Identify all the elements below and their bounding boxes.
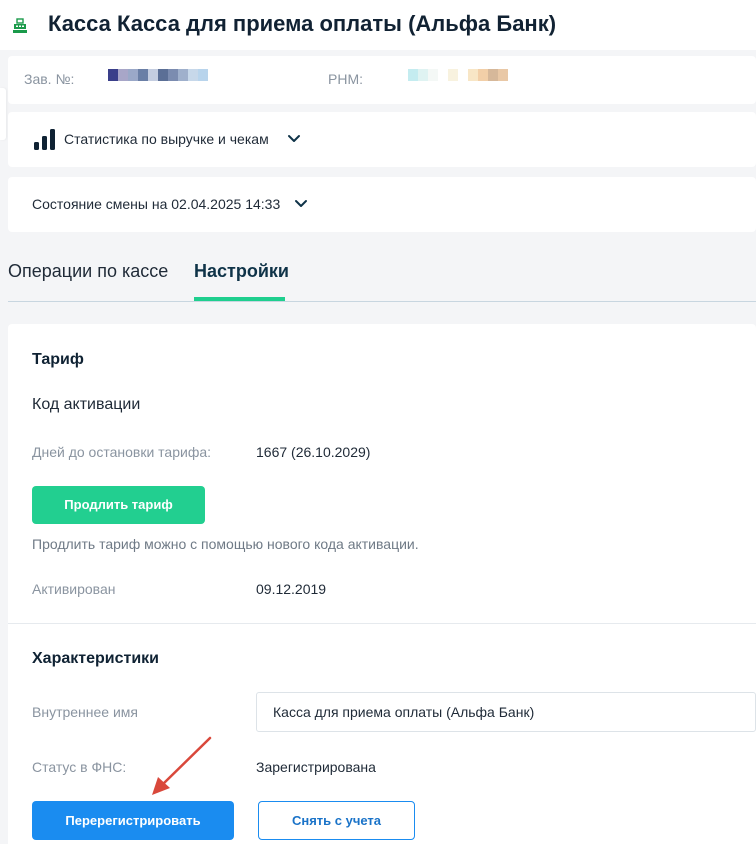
redacted-pixel xyxy=(458,69,468,81)
redacted-pixel xyxy=(178,69,188,81)
section-divider xyxy=(8,623,756,624)
tab-bar: Операции по кассе Настройки xyxy=(8,240,756,302)
chevron-down-icon[interactable] xyxy=(294,199,308,209)
page-header: Касса Касса для приема оплаты (Альфа Бан… xyxy=(0,0,756,50)
internal-name-input[interactable] xyxy=(256,692,756,732)
redacted-pixel xyxy=(108,69,118,81)
fns-status-label: Статус в ФНС: xyxy=(32,759,127,775)
redacted-pixel xyxy=(448,69,458,81)
redacted-pixel xyxy=(128,69,138,81)
activated-label: Активирован xyxy=(32,581,116,597)
redacted-pixel xyxy=(168,69,178,81)
shift-state-label: Состояние смены на 02.04.2025 14:33 xyxy=(32,196,281,212)
days-until-stop-label: Дней до остановки тарифа: xyxy=(32,444,212,460)
deregister-button[interactable]: Снять с учета xyxy=(258,801,415,840)
active-tab-indicator xyxy=(194,297,285,301)
rnm-label: РНМ: xyxy=(328,71,363,87)
redacted-pixel xyxy=(488,69,498,81)
redacted-pixel xyxy=(428,69,438,81)
stats-expander[interactable]: Статистика по выручке и чекам xyxy=(8,112,756,167)
redacted-pixel xyxy=(408,69,418,81)
characteristics-section-title: Характеристики xyxy=(32,650,160,667)
tab-settings[interactable]: Настройки xyxy=(194,261,289,282)
internal-name-label: Внутреннее имя xyxy=(32,704,139,720)
settings-card: Тариф Код активации Дней до остановки та… xyxy=(8,324,756,844)
page-title: Касса Касса для приема оплаты (Альфа Бан… xyxy=(48,11,557,36)
tariff-section-title: Тариф xyxy=(32,351,84,368)
registration-card: Зав. №: РНМ: xyxy=(8,56,756,104)
redacted-pixel xyxy=(438,69,448,81)
redacted-pixel xyxy=(498,69,508,81)
stats-expander-label: Статистика по выручке и чекам xyxy=(64,131,269,147)
redacted-pixel xyxy=(138,69,148,81)
chevron-down-icon[interactable] xyxy=(287,134,301,144)
extend-tariff-hint: Продлить тариф можно с помощью нового ко… xyxy=(32,536,419,552)
cash-register-icon xyxy=(13,18,27,33)
redacted-pixel xyxy=(118,69,128,81)
serial-number-label: Зав. №: xyxy=(24,71,75,87)
redacted-pixel xyxy=(478,69,488,81)
tab-cash-operations[interactable]: Операции по кассе xyxy=(8,261,168,282)
serial-number-redacted xyxy=(108,69,208,81)
activation-code-title: Код активации xyxy=(32,396,141,413)
extend-tariff-button[interactable]: Продлить тариф xyxy=(32,486,205,524)
redacted-pixel xyxy=(188,69,198,81)
days-until-stop-value: 1667 (26.10.2029) xyxy=(256,444,371,460)
side-panel-handle[interactable] xyxy=(0,88,6,140)
redacted-pixel xyxy=(198,69,208,81)
shift-state-expander[interactable]: Состояние смены на 02.04.2025 14:33 xyxy=(8,177,756,232)
bar-chart-icon xyxy=(34,129,55,150)
redacted-pixel xyxy=(468,69,478,81)
annotation-arrow-icon xyxy=(152,736,212,795)
rnm-redacted xyxy=(408,69,508,81)
redacted-pixel xyxy=(148,69,158,81)
redacted-pixel xyxy=(418,69,428,81)
redacted-pixel xyxy=(158,69,168,81)
fns-status-value: Зарегистрирована xyxy=(256,759,376,775)
reregister-button[interactable]: Перерегистрировать xyxy=(32,801,234,840)
activated-value: 09.12.2019 xyxy=(256,581,327,597)
